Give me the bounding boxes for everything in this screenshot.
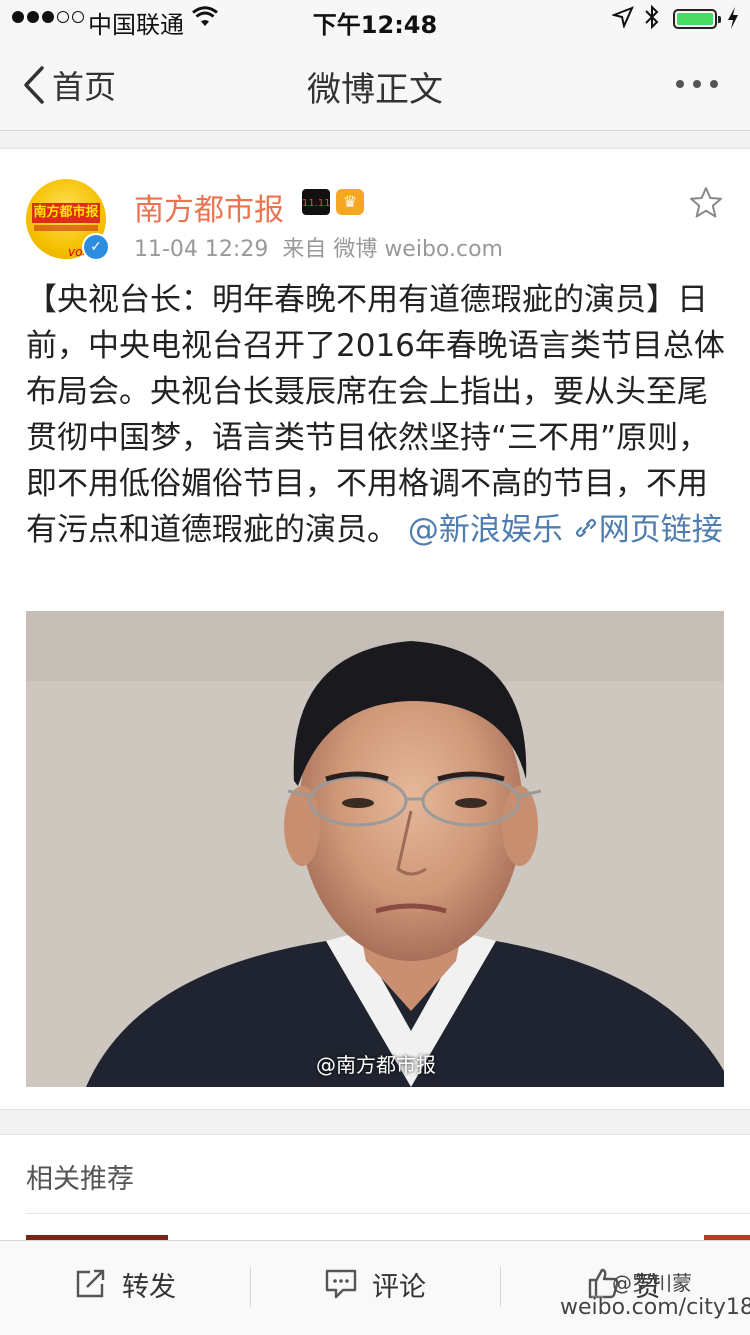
post-time: 11-04 12:29 <box>134 237 269 262</box>
charging-bolt-icon <box>726 5 740 37</box>
verified-icon: ✓ <box>82 233 110 261</box>
navigation-bar: 首页 微博正文 <box>0 40 750 131</box>
comment-icon <box>324 1266 358 1304</box>
post-image[interactable]: @南方都市报 <box>26 611 724 1087</box>
related-title: 相关推荐 <box>26 1164 134 1195</box>
repost-button[interactable]: 转发 <box>74 1265 176 1304</box>
author-name[interactable]: 南方都市报 <box>134 185 284 229</box>
image-watermark: @南方都市报 <box>316 1053 436 1077</box>
web-link-label: 网页链接 <box>598 512 723 548</box>
post-text: 【央视台长：明年春晚不用有道德瑕疵的演员】日前，中央电视台召开了2016年春晚语… <box>26 282 725 548</box>
post-body: 【央视台长：明年春晚不用有道德瑕疵的演员】日前，中央电视台召开了2016年春晚语… <box>26 277 726 553</box>
post-source: 来自 微博 weibo.com <box>282 237 503 262</box>
repost-label: 转发 <box>122 1272 176 1303</box>
page-title: 微博正文 <box>307 70 443 110</box>
mention-link[interactable]: @新浪娱乐 <box>408 512 563 548</box>
divider <box>250 1267 251 1307</box>
post-meta: 11-04 12:29 来自 微博 weibo.com <box>134 231 503 263</box>
member-badge-icon[interactable]: 11.11 <box>302 189 331 215</box>
avatar-logo-text: 南方都市报 <box>32 203 100 223</box>
star-icon[interactable] <box>688 185 724 225</box>
bottom-action-bar: 转发 评论 赞 @罗川蒙 weibo.com/city188 <box>0 1240 750 1335</box>
site-watermark: weibo.com/city188 <box>560 1295 750 1320</box>
crown-badge-icon[interactable]: ♛ <box>336 189 364 215</box>
status-time: 下午12:48 <box>312 11 438 39</box>
bluetooth-icon <box>644 4 660 36</box>
status-bar: 中国联通 下午12:48 <box>0 0 750 40</box>
repost-icon <box>74 1266 108 1304</box>
divider <box>26 1213 750 1214</box>
post-card: 南方都市报 vol. ✓ 南方都市报 11.11 ♛ 11-04 12:29 来… <box>0 148 750 1110</box>
location-arrow-icon <box>610 6 634 34</box>
more-dots-icon[interactable] <box>676 80 718 88</box>
divider <box>500 1267 501 1307</box>
web-link[interactable]: 网页链接 <box>573 512 723 548</box>
watermark-user: @罗川蒙 <box>612 1271 692 1295</box>
comment-label: 评论 <box>372 1272 426 1303</box>
battery-icon <box>673 9 721 29</box>
portrait-photo <box>26 611 724 1087</box>
link-icon <box>573 512 599 548</box>
comment-button[interactable]: 评论 <box>324 1265 426 1304</box>
